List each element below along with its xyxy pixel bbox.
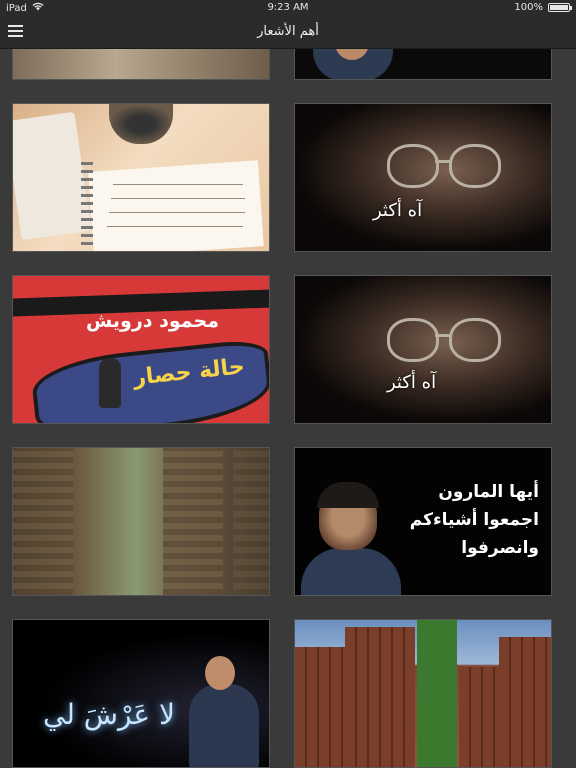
clock: 9:23 AM xyxy=(267,2,309,13)
battery-icon xyxy=(548,3,572,12)
building xyxy=(499,637,551,767)
seated-figure xyxy=(189,684,259,767)
poem-caption: آه أكثر xyxy=(373,200,423,221)
building xyxy=(295,647,345,767)
cover-figure xyxy=(99,358,121,408)
poem-tile-book-cover[interactable]: محمود درويش حالة حصار xyxy=(12,275,270,424)
glasses-right-lens xyxy=(449,318,501,362)
portrait-suit xyxy=(301,548,401,595)
navigation-bar: أهم الأشعار xyxy=(0,16,576,49)
stone-wall-edge xyxy=(233,448,269,595)
poem-tile-portrait-1[interactable]: آه أكثر xyxy=(294,103,552,252)
handwriting-line xyxy=(111,198,245,199)
building xyxy=(459,667,499,767)
poem-caption: لا عَرْشَ لي xyxy=(43,698,175,731)
handwriting-line xyxy=(107,226,243,227)
book-author: محمود درويش xyxy=(86,310,219,332)
glasses-left-lens xyxy=(387,144,439,188)
handwriting-line xyxy=(109,212,245,213)
notebook-page xyxy=(88,160,264,251)
portrait-hair xyxy=(317,482,379,508)
poem-tile-portrait-2[interactable]: آه أكثر xyxy=(294,275,552,424)
status-bar: iPad 9:23 AM 100% xyxy=(0,0,576,16)
glasses-bridge xyxy=(435,334,451,337)
notebook-binding xyxy=(81,162,93,250)
page-title: أهم الأشعار xyxy=(257,24,319,39)
handwriting-line xyxy=(113,184,243,185)
poem-line-1: أيها المارون xyxy=(438,482,539,502)
watercolor-palette xyxy=(13,111,92,241)
poem-line-3: وانصرفوا xyxy=(461,538,539,558)
glasses-right-lens xyxy=(449,144,501,188)
coffee-cup xyxy=(109,104,173,144)
poem-tile-alley[interactable] xyxy=(12,447,270,596)
poem-tile-throne[interactable]: لا عَرْشَ لي xyxy=(12,619,270,768)
battery-percent: 100% xyxy=(514,2,543,13)
tree xyxy=(417,620,457,767)
glasses-left-lens xyxy=(387,318,439,362)
poem-grid: آه أكثر محمود درويش حالة حصار آه أكثر أي… xyxy=(0,49,576,768)
poem-tile-notebook[interactable] xyxy=(12,103,270,252)
poem-tile-top-right[interactable] xyxy=(294,49,552,80)
poem-tile-city[interactable] xyxy=(294,619,552,768)
poem-tile-text-portrait[interactable]: أيها المارون اجمعوا أشياءكم وانصرفوا xyxy=(294,447,552,596)
stone-wall-left xyxy=(13,448,73,595)
figure-head xyxy=(205,656,235,690)
stone-wall-right xyxy=(163,448,223,595)
glasses-bridge xyxy=(435,160,451,163)
building xyxy=(345,627,415,767)
poem-tile-top-left[interactable] xyxy=(12,49,270,80)
poem-caption: آه أكثر xyxy=(387,372,437,393)
poem-line-2: اجمعوا أشياءكم xyxy=(409,510,539,530)
